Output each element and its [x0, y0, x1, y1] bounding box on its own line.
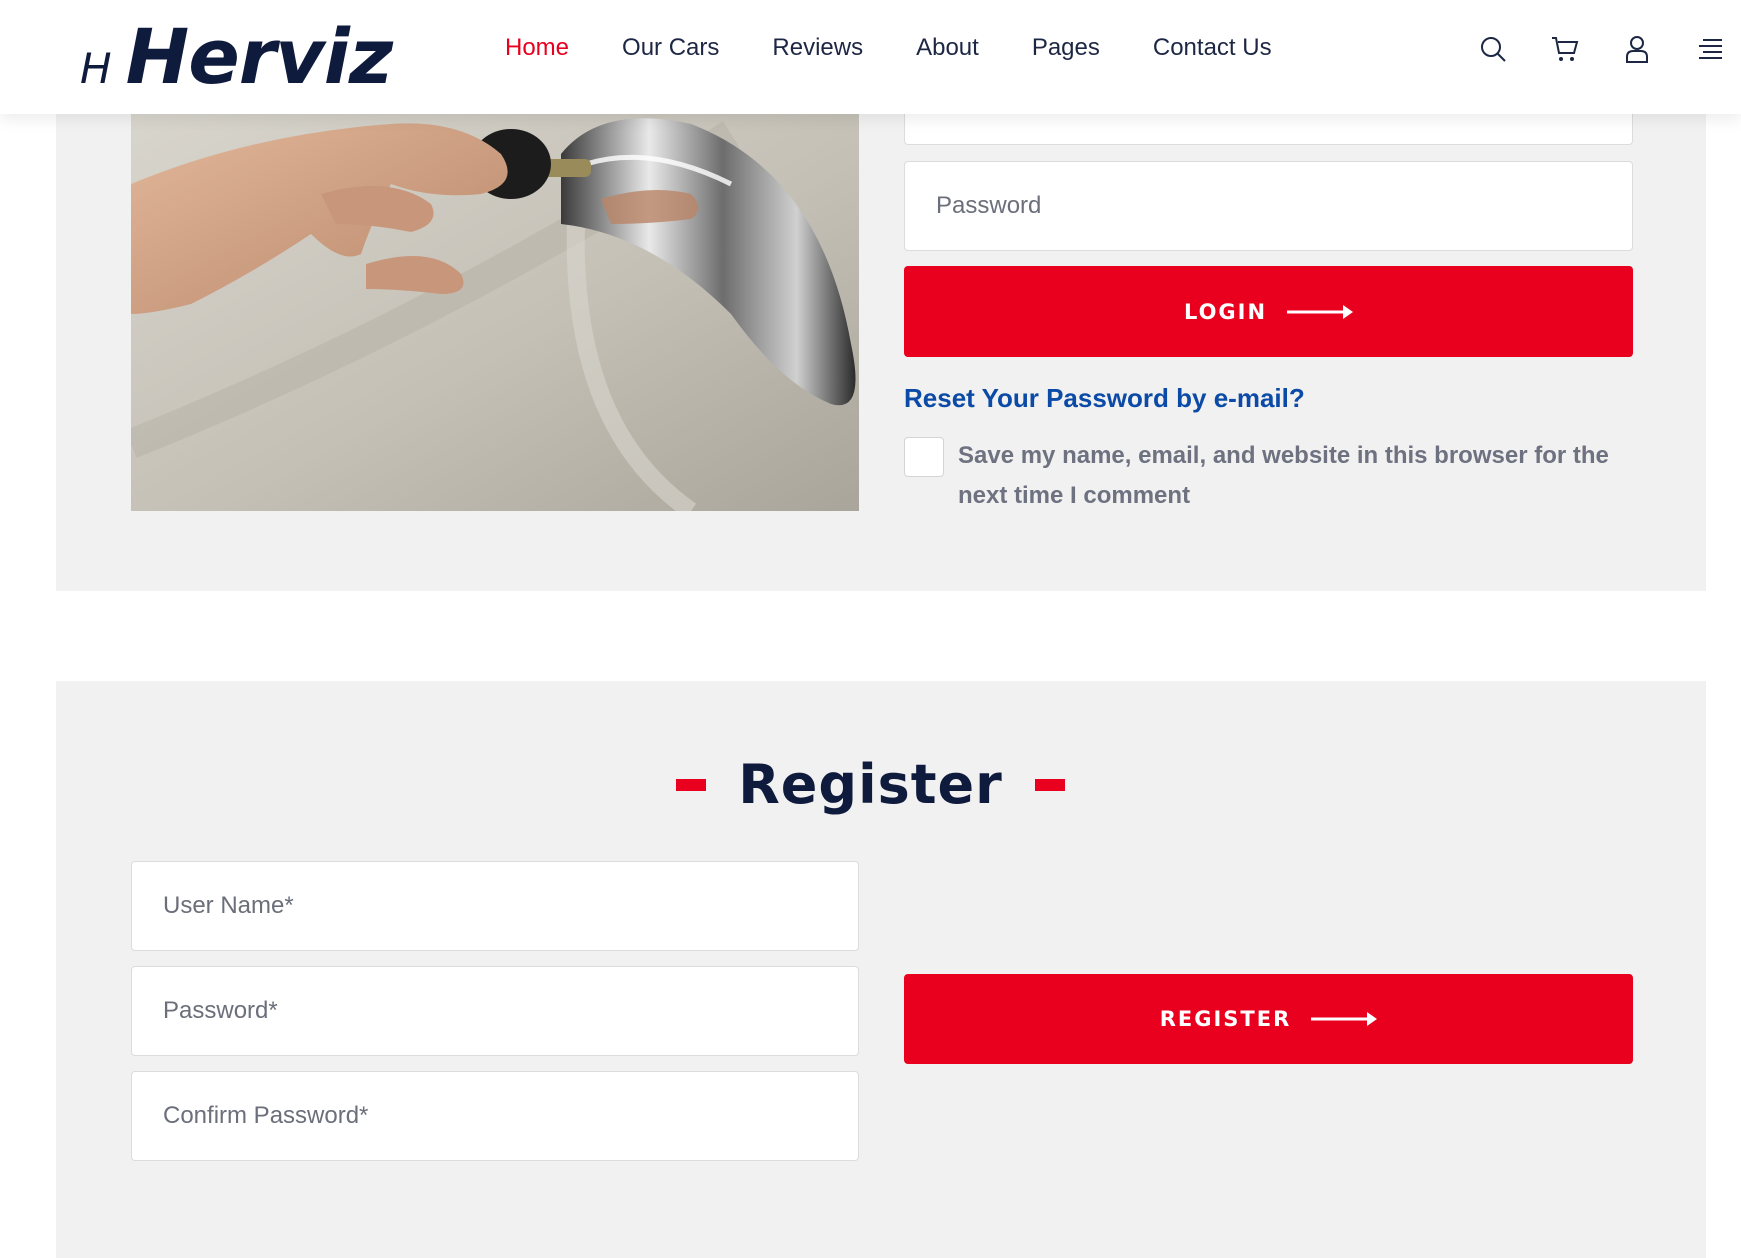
register-username-field[interactable]: [131, 861, 859, 951]
site-header: H Herviz Home Our Cars Reviews About Pag…: [0, 0, 1741, 114]
remember-me-checkbox[interactable]: [904, 437, 944, 477]
register-heading: Register: [0, 753, 1741, 816]
register-password-input[interactable]: [163, 967, 858, 1055]
remember-me-label: Save my name, email, and website in this…: [958, 442, 1609, 509]
logo-wordmark: Herviz: [125, 12, 393, 101]
register-button[interactable]: REGISTER: [904, 974, 1633, 1064]
search-icon[interactable]: [1479, 35, 1507, 63]
header-actions: [1479, 35, 1723, 63]
nav-item-about[interactable]: About: [916, 34, 979, 62]
red-dash-decoration: [1034, 778, 1065, 791]
menu-icon[interactable]: [1695, 35, 1723, 63]
reset-password-link[interactable]: Reset Your Password by e-mail?: [904, 383, 1305, 414]
nav-item-pages[interactable]: Pages: [1032, 34, 1100, 62]
main-nav: Home Our Cars Reviews About Pages Contac…: [505, 34, 1272, 62]
logo-mark: H: [80, 44, 112, 93]
login-password-field[interactable]: [904, 161, 1633, 251]
register-title: Register: [738, 753, 1003, 816]
cart-icon[interactable]: [1551, 35, 1579, 63]
arrow-right-icon: [1311, 1012, 1378, 1026]
nav-item-reviews[interactable]: Reviews: [772, 34, 863, 62]
register-password-field[interactable]: [131, 966, 859, 1056]
brand-logo[interactable]: H Herviz: [80, 12, 393, 102]
register-confirm-password-field[interactable]: [131, 1071, 859, 1161]
nav-item-contact-us[interactable]: Contact Us: [1153, 34, 1272, 62]
register-confirm-password-input[interactable]: [163, 1072, 858, 1160]
red-dash-decoration: [676, 778, 707, 791]
nav-item-home[interactable]: Home: [505, 34, 569, 62]
arrow-right-icon: [1287, 304, 1354, 319]
login-password-input[interactable]: [936, 162, 1632, 250]
user-icon[interactable]: [1623, 35, 1651, 63]
register-button-label: REGISTER: [1159, 1007, 1292, 1031]
login-button[interactable]: LOGIN: [904, 266, 1633, 357]
car-door-key-photo: [131, 114, 859, 511]
login-button-label: LOGIN: [1183, 299, 1268, 324]
register-username-input[interactable]: [163, 862, 858, 950]
nav-item-our-cars[interactable]: Our Cars: [622, 34, 719, 62]
